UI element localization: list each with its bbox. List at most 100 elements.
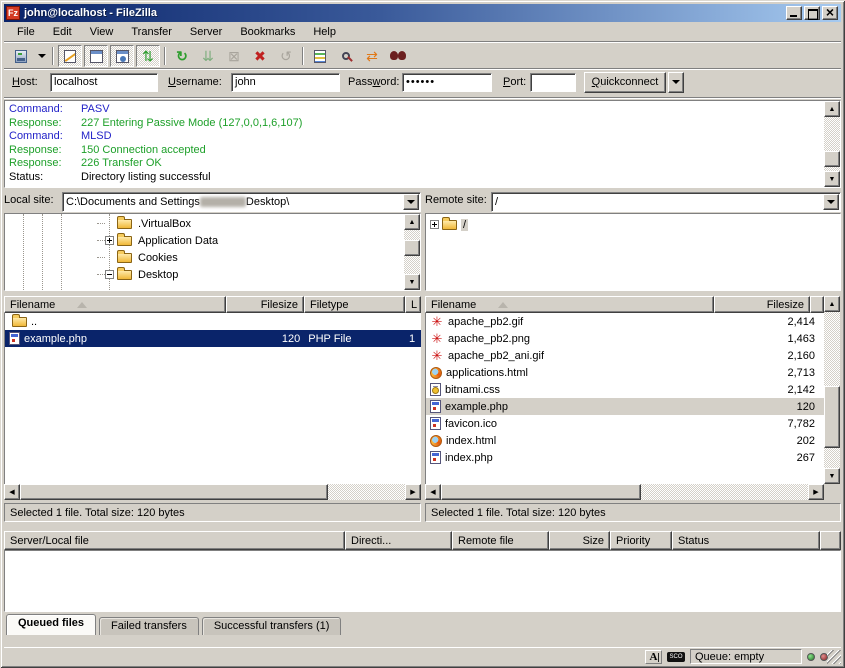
- tree-item-desktop[interactable]: Desktop: [97, 266, 180, 283]
- reconnect-button[interactable]: ↺: [274, 45, 298, 67]
- file-row[interactable]: index.php 267: [426, 449, 824, 466]
- tree-item-cookies[interactable]: Cookies: [97, 249, 180, 266]
- collapse-minus-icon[interactable]: [105, 270, 114, 279]
- close-button[interactable]: [822, 6, 838, 20]
- file-row[interactable]: ✳apache_pb2.png 1,463: [426, 330, 824, 347]
- toggle-local-tree-button[interactable]: [84, 45, 108, 67]
- host-input[interactable]: localhost: [50, 73, 158, 92]
- scroll-up-button[interactable]: [404, 214, 420, 230]
- tree-item-label[interactable]: .VirtualBox: [136, 218, 193, 230]
- menu-view[interactable]: View: [81, 24, 123, 40]
- log-scrollbar[interactable]: [824, 101, 840, 187]
- synchronized-browsing-button[interactable]: ⇄: [360, 45, 384, 67]
- tree-item-label[interactable]: Cookies: [136, 252, 180, 264]
- menu-server[interactable]: Server: [181, 24, 231, 40]
- local-site-combo[interactable]: C:\Documents and SettingsDesktop\: [62, 192, 421, 212]
- scroll-right-button[interactable]: [405, 484, 421, 500]
- menu-help[interactable]: Help: [304, 24, 345, 40]
- tab-failed-transfers[interactable]: Failed transfers: [99, 617, 199, 635]
- menu-transfer[interactable]: Transfer: [122, 24, 181, 40]
- file-row[interactable]: applications.html 2,713: [426, 364, 824, 381]
- scroll-right-button[interactable]: [808, 484, 824, 500]
- column-header-remote-file[interactable]: Remote file: [452, 531, 549, 550]
- column-header-priority[interactable]: Priority: [610, 531, 672, 550]
- tree-item-virtualbox[interactable]: .VirtualBox: [97, 215, 193, 232]
- minimize-button[interactable]: [786, 6, 802, 20]
- scrollbar-thumb[interactable]: [20, 484, 328, 500]
- column-header-status[interactable]: Status: [672, 531, 820, 550]
- message-log[interactable]: Command:PASV Response:227 Entering Passi…: [4, 100, 841, 188]
- local-file-list[interactable]: .. example.php 120 PHP File 1: [4, 313, 421, 484]
- file-row[interactable]: bitnami.css 2,142: [426, 381, 824, 398]
- menu-bookmarks[interactable]: Bookmarks: [231, 24, 304, 40]
- tab-queued-files[interactable]: Queued files: [6, 614, 96, 635]
- column-header-filename[interactable]: Filename: [4, 296, 226, 313]
- scrollbar-thumb[interactable]: [404, 240, 420, 256]
- port-input[interactable]: [530, 73, 576, 92]
- tree-item-label[interactable]: Application Data: [136, 235, 220, 247]
- column-header-filesize[interactable]: Filesize: [226, 296, 304, 313]
- tree-item-label[interactable]: /: [461, 219, 468, 231]
- remote-list-scrollbar[interactable]: [824, 296, 840, 484]
- menu-edit[interactable]: Edit: [44, 24, 81, 40]
- site-manager-button[interactable]: [9, 45, 33, 67]
- find-files-button[interactable]: [386, 45, 410, 67]
- scroll-left-button[interactable]: [425, 484, 441, 500]
- disconnect-button[interactable]: ✖: [248, 45, 272, 67]
- local-directory-tree[interactable]: .VirtualBox Application Data Cookies Des…: [4, 213, 421, 291]
- local-tree-scrollbar[interactable]: [404, 214, 420, 290]
- scroll-down-button[interactable]: [824, 171, 840, 187]
- local-list-hscrollbar[interactable]: [4, 484, 421, 500]
- remote-file-list[interactable]: ✳apache_pb2.gif 2,414 ✳apache_pb2.png 1,…: [425, 313, 824, 484]
- toggle-remote-tree-button[interactable]: [110, 45, 134, 67]
- quickconnect-button[interactable]: Quickconnect: [584, 72, 666, 93]
- scroll-up-button[interactable]: [824, 296, 840, 312]
- refresh-button[interactable]: ↻: [170, 45, 194, 67]
- column-header-filename[interactable]: Filename: [425, 296, 714, 313]
- username-input[interactable]: john: [231, 73, 340, 92]
- remote-site-dropdown-button[interactable]: [823, 194, 839, 210]
- column-header-server-local-file[interactable]: Server/Local file: [4, 531, 345, 550]
- scrollbar-thumb[interactable]: [824, 151, 840, 167]
- process-queue-button[interactable]: ⇊: [196, 45, 220, 67]
- quickconnect-dropdown-button[interactable]: [668, 72, 684, 93]
- tree-item-application-data[interactable]: Application Data: [97, 232, 220, 249]
- remote-directory-tree[interactable]: /: [425, 213, 841, 291]
- filter-button[interactable]: [308, 45, 332, 67]
- scroll-left-button[interactable]: [4, 484, 20, 500]
- site-manager-dropdown-button[interactable]: [35, 45, 48, 67]
- column-header-last-modified[interactable]: L: [405, 296, 421, 313]
- tree-item-label[interactable]: Desktop: [136, 269, 180, 281]
- expand-plus-icon[interactable]: [105, 236, 114, 245]
- scroll-up-button[interactable]: [824, 101, 840, 117]
- tab-successful-transfers[interactable]: Successful transfers (1): [202, 617, 342, 635]
- transfer-queue-list[interactable]: [4, 550, 841, 612]
- column-header-size[interactable]: Size: [549, 531, 610, 550]
- scrollbar-thumb[interactable]: [441, 484, 641, 500]
- cancel-operation-button[interactable]: ⊠: [222, 45, 246, 67]
- scroll-down-button[interactable]: [824, 468, 840, 484]
- tree-item-root[interactable]: /: [430, 216, 468, 233]
- title-bar[interactable]: Fz john@localhost - FileZilla: [4, 4, 841, 22]
- column-header-filesize[interactable]: Filesize: [714, 296, 810, 313]
- column-header-filetype[interactable]: Filetype: [304, 296, 405, 313]
- file-row-example-php[interactable]: example.php 120 PHP File 1: [5, 330, 421, 347]
- directory-comparison-button[interactable]: [334, 45, 358, 67]
- remote-list-hscrollbar[interactable]: [425, 484, 824, 500]
- menu-file[interactable]: File: [8, 24, 44, 40]
- local-site-dropdown-button[interactable]: [403, 194, 419, 210]
- status-indicator-badge-icon[interactable]: SCO: [667, 652, 685, 662]
- file-row[interactable]: favicon.ico 7,782: [426, 415, 824, 432]
- password-input[interactable]: ••••••: [402, 73, 492, 92]
- file-row[interactable]: ✳apache_pb2.gif 2,414: [426, 313, 824, 330]
- file-row-selected[interactable]: example.php 120: [426, 398, 824, 415]
- transfer-type-indicator-icon[interactable]: A: [645, 650, 662, 664]
- remote-site-combo[interactable]: /: [491, 192, 841, 212]
- file-row-parent-dir[interactable]: ..: [5, 313, 421, 330]
- file-row[interactable]: index.html 202: [426, 432, 824, 449]
- toggle-transfer-queue-button[interactable]: ⇅: [136, 45, 160, 67]
- maximize-button[interactable]: [804, 6, 820, 20]
- scrollbar-thumb[interactable]: [824, 386, 840, 448]
- column-header-direction[interactable]: Directi...: [345, 531, 452, 550]
- expand-plus-icon[interactable]: [430, 220, 439, 229]
